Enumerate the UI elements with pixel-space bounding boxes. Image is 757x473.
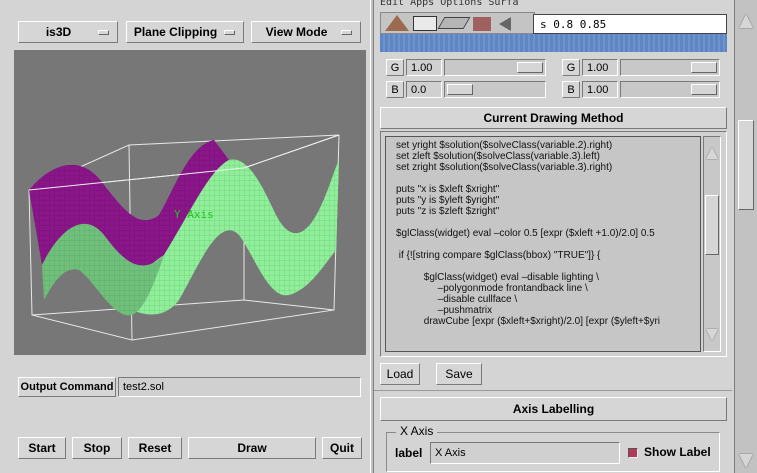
main-scrollbar[interactable] xyxy=(734,0,757,473)
b-value-left[interactable]: 0.0 xyxy=(406,81,442,98)
title-strip xyxy=(380,34,727,52)
quit-button[interactable]: Quit xyxy=(322,437,362,459)
main-scroll-thumb[interactable] xyxy=(738,120,754,210)
cut-menu-text: Edit Apps Options Surfa xyxy=(380,0,519,8)
code-line: –polygonmode frontandback line \ xyxy=(396,283,588,294)
code-line: $glClass(widget) eval –color 0.5 [expr (… xyxy=(396,228,655,239)
view-mode-menu-button[interactable]: View Mode xyxy=(251,21,361,43)
code-lines: set yright $solution($solveClass(variabl… xyxy=(396,140,700,327)
plane-clipping-menu-button[interactable]: Plane Clipping xyxy=(126,21,244,43)
tool-icon[interactable] xyxy=(473,17,491,31)
arrow-icon[interactable] xyxy=(499,17,511,31)
color-sliders: G 1.00 G 1.00 B 0.0 B 1.00 xyxy=(380,55,727,103)
main-scroll-down-icon[interactable] xyxy=(739,454,753,468)
show-label-checkbox[interactable] xyxy=(628,448,638,458)
reset-button[interactable]: Reset xyxy=(128,437,182,459)
code-editor-frame: set yright $solution($solveClass(variabl… xyxy=(380,131,727,357)
background-window-menubar: Edit Apps Options Surfa xyxy=(380,0,540,12)
b-value-right[interactable]: 1.00 xyxy=(582,81,618,98)
b-label-left: B xyxy=(386,81,404,98)
g-label-right: G xyxy=(562,59,580,76)
code-line: if {![string compare $glClass(bbox) "TRU… xyxy=(396,250,601,261)
b-slider-right[interactable] xyxy=(620,81,720,98)
code-line: –pushmatrix xyxy=(396,305,493,316)
home-icon[interactable] xyxy=(385,15,409,31)
output-command-label: Output Command xyxy=(18,377,116,397)
code-line: –disable cullface \ xyxy=(396,294,518,305)
b-label-right: B xyxy=(562,81,580,98)
x-axis-label-input[interactable]: X Axis xyxy=(430,442,620,464)
label-caption: label xyxy=(395,446,423,460)
gl-viewport[interactable]: Y Axis xyxy=(14,50,366,355)
drawing-method-title: Current Drawing Method xyxy=(380,107,727,129)
output-command-input[interactable]: test2.sol xyxy=(118,377,361,397)
stop-button[interactable]: Stop xyxy=(72,437,122,459)
code-editor[interactable]: set yright $solution($solveClass(variabl… xyxy=(385,136,701,352)
plane-clipping-label: Plane Clipping xyxy=(133,25,218,39)
show-label-text: Show Label xyxy=(644,445,711,459)
value-field-text: s 0.8 0.85 xyxy=(540,17,607,31)
dropdown-indicator-icon xyxy=(341,29,352,35)
code-line: $glClass(widget) eval –disable lighting … xyxy=(396,272,599,283)
window-icon[interactable] xyxy=(413,16,437,31)
y-axis-label: Y Axis xyxy=(174,208,214,221)
code-line: puts "y is $yleft $yright" xyxy=(396,195,500,206)
code-line: set zleft $solution($solveClass(variable… xyxy=(396,151,600,162)
code-scrollbar[interactable] xyxy=(703,136,721,352)
g-label-left: G xyxy=(386,59,404,76)
x-axis-group-title: X Axis xyxy=(396,424,438,438)
save-button[interactable]: Save xyxy=(436,363,482,385)
g-slider-left[interactable] xyxy=(444,59,546,76)
separator xyxy=(374,390,732,391)
start-button[interactable]: Start xyxy=(18,437,66,459)
b-slider-left-thumb[interactable] xyxy=(447,84,473,95)
b-slider-left[interactable] xyxy=(444,81,546,98)
pane-divider[interactable] xyxy=(370,0,374,473)
g-slider-right[interactable] xyxy=(620,59,720,76)
main-scroll-up-icon[interactable] xyxy=(739,14,753,28)
code-scroll-thumb[interactable] xyxy=(705,195,719,255)
view-mode-label: View Mode xyxy=(265,25,328,39)
g-value-right[interactable]: 1.00 xyxy=(582,59,618,76)
draw-button[interactable]: Draw xyxy=(188,437,316,459)
scroll-up-icon[interactable] xyxy=(706,147,718,159)
dropdown-indicator-icon xyxy=(224,29,235,35)
load-button[interactable]: Load xyxy=(380,363,420,385)
b-slider-right-thumb[interactable] xyxy=(691,84,717,95)
code-line: set zright $solution($solveClass(variabl… xyxy=(396,162,613,173)
surface-plot-canvas: Y Axis xyxy=(28,134,340,341)
code-line: drawCube [expr ($xleft+$xright)/2.0] [ex… xyxy=(396,316,660,327)
is3d-label: is3D xyxy=(45,25,72,39)
scroll-down-icon[interactable] xyxy=(706,329,718,341)
code-line: set yright $solution($solveClass(variabl… xyxy=(396,140,613,151)
is3d-menu-button[interactable]: is3D xyxy=(18,21,118,43)
code-line: puts "z is $zleft $zright" xyxy=(396,206,500,217)
axis-labelling-title: Axis Labelling xyxy=(380,397,727,421)
icon-toolbar xyxy=(380,12,535,34)
code-line: puts "x is $xleft $xright" xyxy=(396,184,500,195)
g-slider-left-thumb[interactable] xyxy=(517,62,543,73)
value-field[interactable]: s 0.8 0.85 xyxy=(533,14,727,34)
g-slider-right-thumb[interactable] xyxy=(691,62,717,73)
dropdown-indicator-icon xyxy=(98,29,109,35)
plane-icon[interactable] xyxy=(437,17,471,29)
g-value-left[interactable]: 1.00 xyxy=(406,59,442,76)
